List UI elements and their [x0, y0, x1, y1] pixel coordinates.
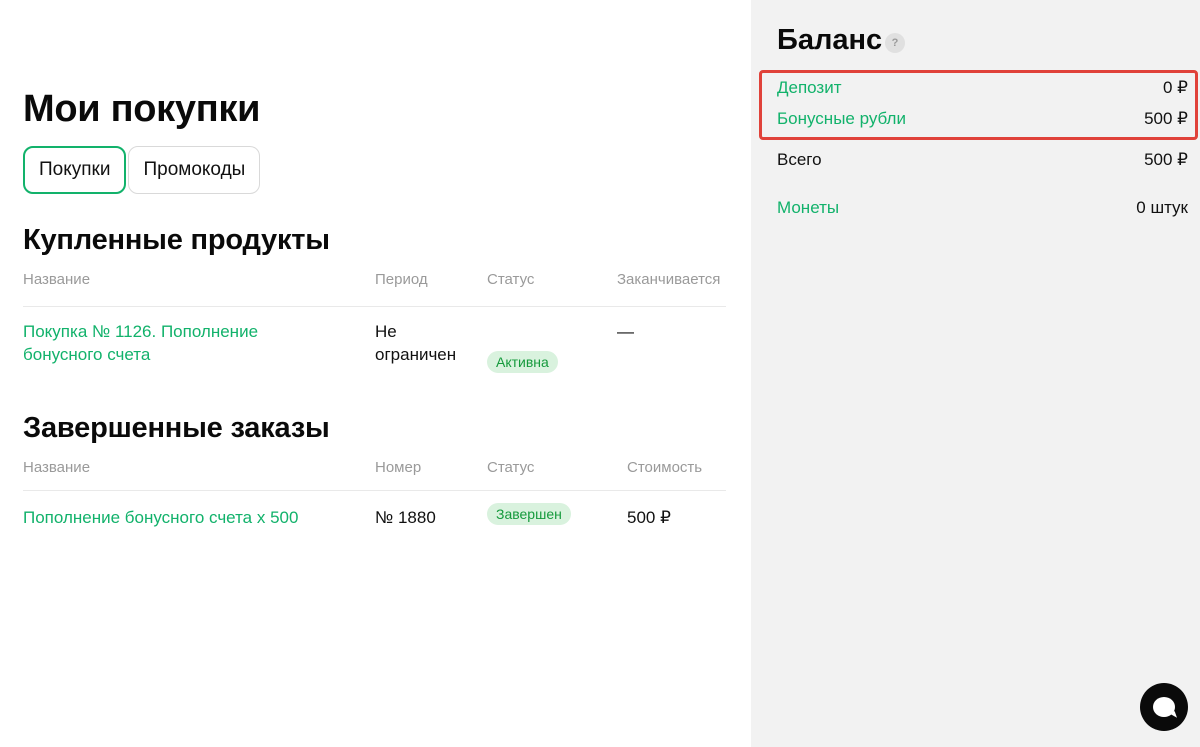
order-link[interactable]: Пополнение бонусного счета х 500: [23, 506, 298, 529]
completed-orders-title: Завершенные заказы: [23, 412, 330, 444]
balance-row-total: Всего 500 ₽: [777, 148, 1188, 172]
order-number: № 1880: [375, 508, 436, 527]
period-line1: Не: [375, 322, 397, 341]
header-status: Статус: [487, 271, 535, 288]
deposit-label[interactable]: Депозит: [777, 78, 842, 98]
header-cost: Стоимость: [627, 459, 703, 476]
table-header: Название Номер Статус Стоимость: [23, 459, 726, 491]
purchased-products-title: Купленные продукты: [23, 224, 330, 256]
order-cost: 500 ₽: [627, 508, 671, 527]
header-period: Период: [375, 271, 428, 288]
header-name: Название: [23, 271, 91, 288]
page-title: Мои покупки: [23, 88, 261, 130]
status-badge: Активна: [487, 351, 558, 373]
period-line2: ограничен: [375, 345, 457, 364]
coins-label[interactable]: Монеты: [777, 198, 839, 218]
purchase-link[interactable]: Покупка № 1126. Пополнение бонусного сче…: [23, 320, 258, 366]
header-name: Название: [23, 459, 91, 476]
chat-button[interactable]: [1140, 683, 1188, 731]
total-value: 500 ₽: [1144, 150, 1188, 169]
status-badge: Завершен: [487, 503, 571, 525]
header-status: Статус: [487, 459, 535, 476]
tab-purchases[interactable]: Покупки: [23, 146, 127, 194]
chat-icon: [1153, 697, 1175, 717]
tabs: Покупки Промокоды: [23, 146, 261, 194]
coins-value: 0 штук: [1136, 198, 1188, 217]
header-number: Номер: [375, 459, 422, 476]
table-row: Пополнение бонусного счета х 500 № 1880 …: [23, 491, 726, 541]
period-cell: Не ограничен: [375, 320, 456, 366]
purchase-name-line2: бонусного счета: [23, 345, 151, 364]
ends-cell: —: [617, 322, 634, 341]
help-icon[interactable]: ?: [885, 33, 905, 53]
balance-row-bonus: Бонусные рубли 500 ₽: [777, 107, 1188, 131]
purchased-products-table: Название Период Статус Заканчивается Пок…: [23, 271, 726, 377]
purchase-name-line1: Покупка № 1126. Пополнение: [23, 322, 259, 341]
bonus-value: 500 ₽: [1144, 109, 1188, 128]
balance-row-deposit: Депозит 0 ₽: [777, 76, 1188, 100]
bonus-label[interactable]: Бонусные рубли: [777, 109, 906, 129]
completed-orders-table: Название Номер Статус Стоимость Пополнен…: [23, 459, 726, 541]
main-content: Мои покупки Покупки Промокоды Купленные …: [0, 0, 751, 747]
table-header: Название Период Статус Заканчивается: [23, 271, 726, 307]
header-ends: Заканчивается: [617, 271, 721, 288]
balance-title: Баланс: [777, 24, 883, 56]
total-label: Всего: [777, 150, 822, 169]
table-row: Покупка № 1126. Пополнение бонусного сче…: [23, 307, 726, 377]
deposit-value: 0 ₽: [1163, 78, 1188, 97]
balance-row-coins: Монеты 0 штук: [777, 196, 1188, 220]
tab-promocodes[interactable]: Промокоды: [128, 146, 261, 194]
balance-panel: Баланс ? Депозит 0 ₽ Бонусные рубли 500 …: [751, 0, 1200, 747]
